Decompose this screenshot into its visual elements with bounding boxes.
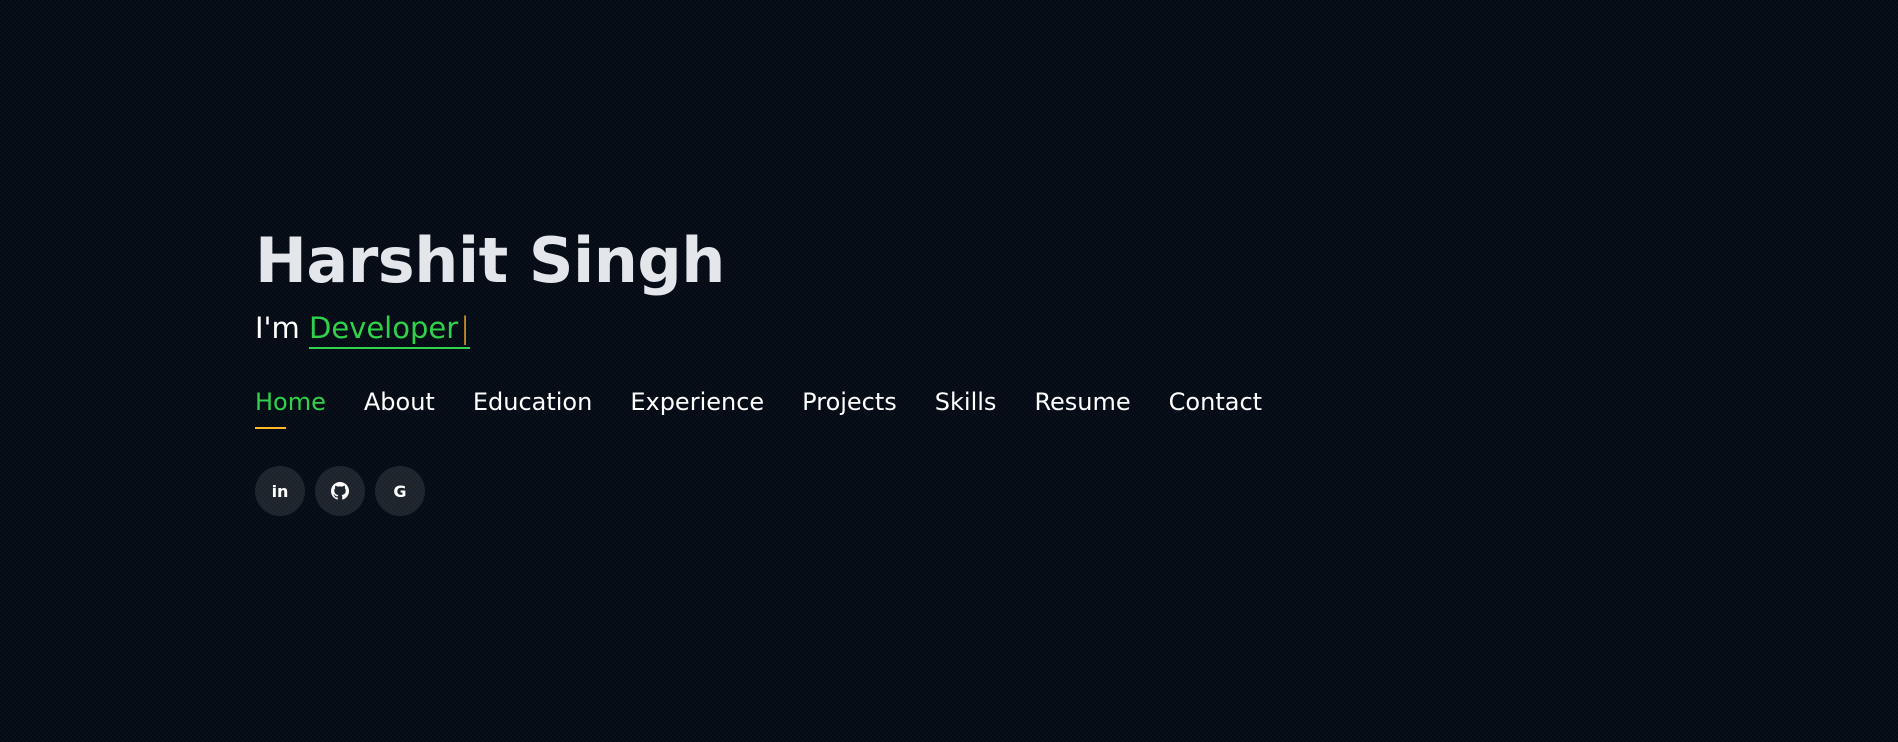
- nav-item-contact[interactable]: Contact: [1169, 385, 1262, 429]
- nav-item-about[interactable]: About: [364, 385, 435, 429]
- linkedin-button[interactable]: in: [255, 466, 305, 516]
- github-button[interactable]: [315, 466, 365, 516]
- social-links: in G: [255, 466, 1262, 516]
- nav-item-experience[interactable]: Experience: [630, 385, 764, 429]
- google-icon: G: [393, 481, 407, 501]
- nav-item-projects[interactable]: Projects: [802, 385, 897, 429]
- nav-item-resume[interactable]: Resume: [1034, 385, 1130, 429]
- linkedin-icon: in: [271, 481, 289, 501]
- typed-role: Developer|: [309, 311, 470, 349]
- hero-name: Harshit Singh: [255, 224, 725, 297]
- typed-role-text: Developer: [309, 311, 459, 345]
- hero-tagline: I'm Developer|: [255, 308, 1262, 349]
- nav-item-education[interactable]: Education: [473, 385, 592, 429]
- github-icon: [331, 482, 349, 500]
- hero-section: Harshit Singh I'm Developer| Home About …: [255, 222, 1262, 516]
- nav-item-home[interactable]: Home: [255, 385, 326, 429]
- typing-cursor: |: [460, 311, 470, 345]
- tagline-prefix: I'm: [255, 311, 309, 345]
- google-button[interactable]: G: [375, 466, 425, 516]
- nav-item-skills[interactable]: Skills: [935, 385, 997, 429]
- main-nav: Home About Education Experience Projects…: [255, 385, 1262, 429]
